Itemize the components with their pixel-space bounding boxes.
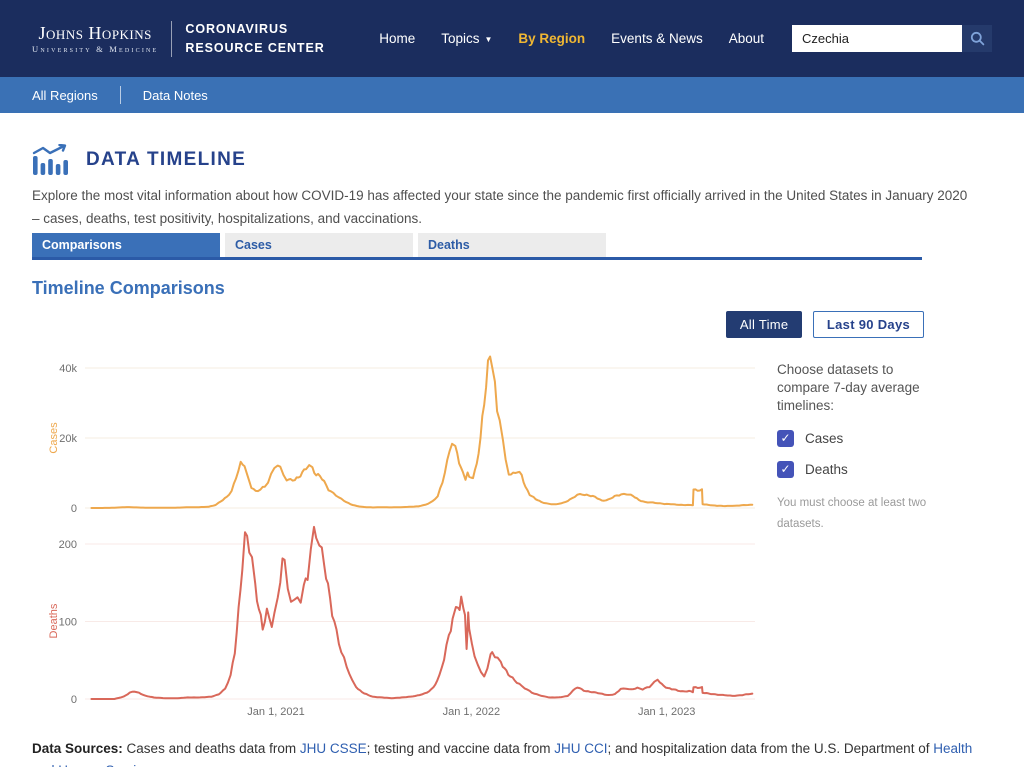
- top-header: Johns Hopkins University & Medicine CORO…: [0, 0, 1024, 77]
- crc-line1: CORONAVIRUS: [185, 21, 289, 36]
- y-tick-label: 0: [71, 694, 77, 706]
- dataset-panel: Choose datasets to compare 7-day average…: [777, 361, 929, 536]
- x-tick-label: Jan 1, 2023: [638, 706, 696, 718]
- search-input[interactable]: [792, 25, 962, 52]
- main-nav: Home Topics ▼ By Region Events & News Abo…: [379, 25, 992, 52]
- jhu-crc-logo[interactable]: Johns Hopkins University & Medicine CORO…: [32, 20, 325, 58]
- y-tick-label: 0: [71, 503, 77, 515]
- chart-timeline-icon: [32, 144, 68, 175]
- subnav-data-notes[interactable]: Data Notes: [143, 88, 208, 103]
- subnav-all-regions[interactable]: All Regions: [32, 88, 98, 103]
- search-bar: [792, 25, 992, 52]
- x-tick-label: Jan 1, 2021: [247, 706, 305, 718]
- nav-topics-label: Topics: [441, 31, 480, 46]
- y-tick-label: 100: [59, 616, 77, 628]
- x-tick-label: Jan 1, 2022: [443, 706, 501, 718]
- dataset-note: You must choose at least two datasets.: [777, 496, 927, 531]
- link-jhu-cci[interactable]: JHU CCI: [554, 741, 607, 756]
- y-tick-label: 40k: [59, 363, 77, 375]
- jhu-subname: University & Medicine: [32, 43, 159, 54]
- region-subnav: All Regions Data Notes: [0, 77, 1024, 113]
- sources-text: .: [157, 763, 161, 767]
- checkbox-checked-icon[interactable]: ✓: [777, 429, 794, 447]
- chart-area: All Time Last 90 Days Choose datasets to…: [32, 299, 926, 726]
- y-axis-label-cases: Cases: [48, 422, 60, 454]
- crc-line2: RESOURCE CENTER: [185, 40, 325, 55]
- subnav-divider: [119, 86, 121, 104]
- dataset-option-deaths-label: Deaths: [805, 461, 848, 477]
- nav-about[interactable]: About: [729, 31, 764, 46]
- sources-text: ; testing and vaccine data from: [366, 740, 555, 756]
- tab-cases[interactable]: Cases: [225, 232, 413, 257]
- logo-divider: [171, 20, 173, 57]
- last-90-days-button[interactable]: Last 90 Days: [812, 310, 924, 338]
- nav-home[interactable]: Home: [379, 31, 415, 46]
- dataset-prompt: Choose datasets to compare 7-day average…: [777, 361, 920, 414]
- jhu-logo-text: Johns Hopkins University & Medicine: [32, 24, 158, 54]
- dataset-option-deaths[interactable]: ✓ Deaths: [777, 460, 929, 478]
- y-tick-label: 20k: [59, 433, 77, 445]
- nav-by-region[interactable]: By Region: [518, 31, 585, 46]
- y-axis-label-deaths: Deaths: [48, 603, 60, 638]
- data-sources: Data Sources: Cases and deaths data from…: [32, 738, 980, 767]
- sources-text: Cases and deaths data from: [122, 740, 300, 756]
- jhu-name: Johns Hopkins: [38, 22, 152, 43]
- timeline-tabs: Comparisons Cases Deaths: [32, 232, 922, 260]
- page: Johns Hopkins University & Medicine CORO…: [0, 0, 1024, 767]
- tab-deaths[interactable]: Deaths: [418, 232, 606, 257]
- y-tick-label: 200: [59, 539, 77, 551]
- link-jhu-csse[interactable]: JHU CSSE: [300, 741, 367, 756]
- page-title-row: DATA TIMELINE: [32, 144, 992, 175]
- comparison-timeline-chart: 0 20k 40k Cases 0 100 200 Deaths Jan 1, 2021 Jan …: [48, 355, 755, 718]
- intro-text: Explore the most vital information about…: [32, 188, 968, 226]
- main-content: DATA TIMELINE Explore the most vital inf…: [0, 144, 1024, 767]
- cases-series-line: [90, 355, 754, 509]
- deaths-series-line: [90, 525, 754, 700]
- crc-logo-text: CORONAVIRUS RESOURCE CENTER: [185, 20, 324, 58]
- dataset-option-cases[interactable]: ✓ Cases: [777, 429, 929, 447]
- dataset-option-cases-label: Cases: [805, 430, 844, 446]
- tab-comparisons[interactable]: Comparisons: [32, 232, 220, 257]
- nav-events-news[interactable]: Events & News: [611, 31, 703, 46]
- nav-topics[interactable]: Topics ▼: [441, 31, 492, 46]
- checkbox-checked-icon[interactable]: ✓: [777, 460, 794, 478]
- caret-down-icon: ▼: [484, 35, 493, 44]
- page-title: DATA TIMELINE: [86, 148, 247, 170]
- data-sources-label: Data Sources:: [32, 740, 123, 756]
- search-icon: [970, 31, 984, 46]
- sources-text: ; and hospitalization data from the U.S.…: [607, 740, 934, 756]
- section-title: Timeline Comparisons: [32, 277, 225, 298]
- search-button[interactable]: [962, 25, 992, 52]
